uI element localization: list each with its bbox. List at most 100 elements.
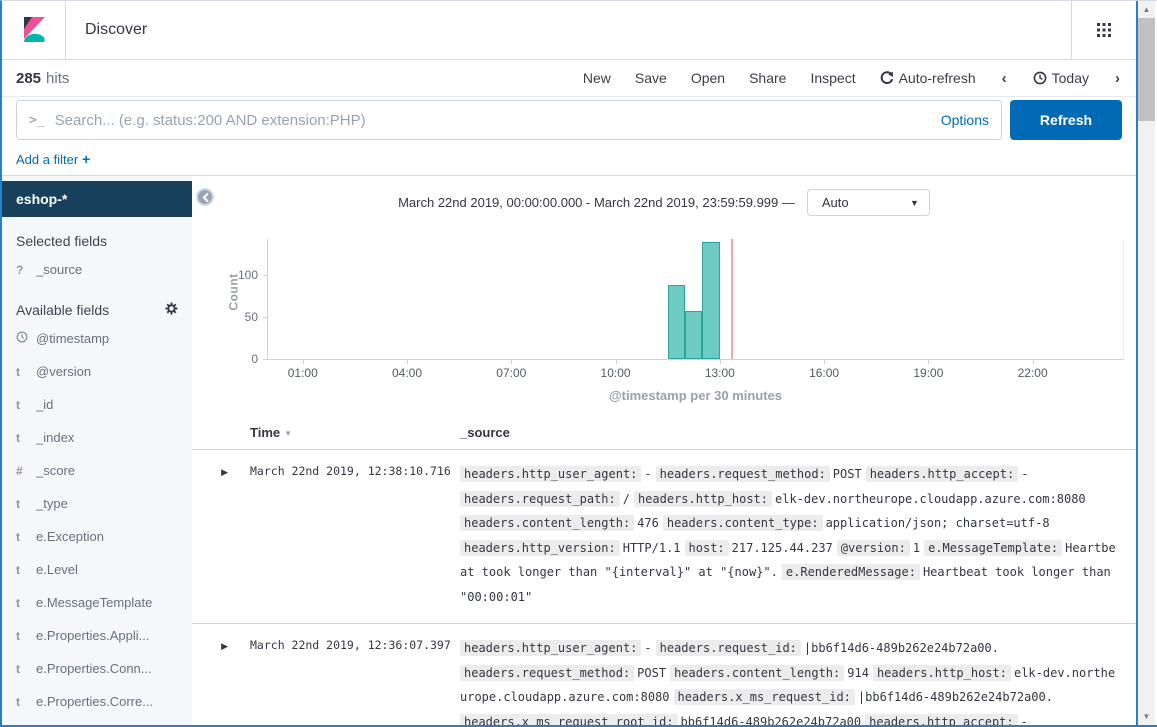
- source-field-key: headers.http_accept:: [865, 714, 1018, 726]
- source-field-value: 1: [913, 541, 920, 555]
- y-tick-label: 50: [245, 310, 258, 324]
- source-field-key: headers.request_path:: [460, 491, 620, 507]
- add-filter-link[interactable]: Add a filter: [16, 152, 78, 167]
- field-item-_type[interactable]: t_type: [2, 487, 192, 520]
- documents-table: Time▼ _source ▶March 22nd 2019, 12:38:10…: [192, 425, 1136, 725]
- x-tick-mark: [511, 359, 512, 364]
- query-prompt-icon: >_: [29, 113, 45, 128]
- source-field-key: headers.x_ms_request_id:: [674, 689, 855, 705]
- string-field-icon: t: [16, 695, 36, 709]
- x-tick-label: 01:00: [288, 366, 318, 380]
- scrollbar-down-arrow[interactable]: ▼: [1138, 708, 1155, 725]
- field-item-@version[interactable]: t@version: [2, 355, 192, 388]
- field-item-_source[interactable]: ?_source: [2, 253, 192, 286]
- source-field-key: headers.http_user_agent:: [460, 466, 641, 482]
- apps-grid-icon: [1096, 22, 1112, 38]
- time-next-button[interactable]: ›: [1113, 70, 1122, 87]
- number-field-icon: #: [16, 464, 36, 478]
- expand-row-button[interactable]: ▶: [221, 641, 228, 651]
- field-item-_index[interactable]: t_index: [2, 421, 192, 454]
- auto-refresh-button[interactable]: Auto-refresh: [880, 70, 976, 86]
- field-settings-gear-icon[interactable]: [165, 302, 178, 318]
- table-row: ▶March 22nd 2019, 12:36:07.397headers.ht…: [192, 624, 1136, 725]
- source-field-key: headers.content_type:: [663, 515, 823, 531]
- x-tick-label: 22:00: [1018, 366, 1048, 380]
- time-range-button[interactable]: Today: [1033, 70, 1089, 86]
- row-source: headers.http_user_agent:-headers.request…: [450, 636, 1136, 725]
- toolbar-save-button[interactable]: Save: [635, 70, 667, 86]
- source-field-value: POST: [637, 666, 666, 680]
- histogram-chart[interactable]: Count 05010001:0004:0007:0010:0013:0016:…: [267, 239, 1124, 360]
- sort-desc-icon: ▼: [284, 429, 292, 438]
- kibana-window: Discover 285 hits NewSaveOpenShareInspec…: [0, 0, 1157, 727]
- refresh-button[interactable]: Refresh: [1010, 100, 1122, 140]
- source-field-value: bb6f14d6-489b262e24b72a00: [681, 715, 862, 726]
- source-field-key: @version:: [837, 540, 910, 556]
- row-source: headers.http_user_agent:-headers.request…: [450, 462, 1136, 609]
- y-tick-mark: [263, 275, 268, 276]
- field-name: e.Properties.Appli...: [36, 628, 149, 643]
- source-field-key: host:: [685, 540, 729, 556]
- x-tick-label: 10:00: [601, 366, 631, 380]
- refresh-icon: [880, 71, 894, 85]
- browser-scrollbar[interactable]: ▲ ▼: [1138, 1, 1155, 725]
- scrollbar-thumb[interactable]: [1138, 18, 1155, 121]
- toolbar-new-button[interactable]: New: [583, 70, 611, 86]
- histogram-bar[interactable]: [668, 285, 685, 359]
- add-filter-plus-icon: +: [82, 151, 90, 167]
- source-field-key: headers.content_length:: [460, 515, 634, 531]
- page-title: Discover: [66, 21, 147, 39]
- toolbar-share-button[interactable]: Share: [749, 70, 786, 86]
- string-field-icon: t: [16, 563, 36, 577]
- main-panel: March 22nd 2019, 00:00:00.000 - March 22…: [192, 176, 1136, 725]
- string-field-icon: t: [16, 596, 36, 610]
- sidebar: eshop-* Selected fields ?_source Availab…: [2, 176, 192, 725]
- collapse-sidebar-button[interactable]: [196, 188, 214, 206]
- page-content: Discover 285 hits NewSaveOpenShareInspec…: [2, 1, 1138, 725]
- x-axis-label: @timestamp per 30 minutes: [267, 388, 1124, 403]
- string-field-icon: t: [16, 497, 36, 511]
- x-tick-mark: [407, 359, 408, 364]
- interval-select[interactable]: Auto ▼: [807, 189, 930, 216]
- table-rows: ▶March 22nd 2019, 12:38:10.716headers.ht…: [192, 450, 1136, 725]
- field-name: e.MessageTemplate: [36, 595, 152, 610]
- field-item-e.Level[interactable]: te.Level: [2, 553, 192, 586]
- x-tick-mark: [1033, 359, 1034, 364]
- index-pattern-selector[interactable]: eshop-*: [2, 181, 192, 217]
- source-field-value: elk-dev.northeurope.cloudapp.azure.com:8…: [775, 492, 1086, 506]
- date-field-icon: [16, 331, 36, 346]
- toolbar-inspect-button[interactable]: Inspect: [810, 70, 855, 86]
- field-name: _score: [36, 463, 75, 478]
- hits-count: 285: [16, 70, 41, 87]
- field-item-e.Exception[interactable]: te.Exception: [2, 520, 192, 553]
- kibana-logo[interactable]: [2, 1, 66, 59]
- histogram-bar[interactable]: [685, 311, 702, 359]
- options-link[interactable]: Options: [931, 112, 989, 128]
- source-field-key: headers.http_user_agent:: [460, 640, 641, 656]
- time-column-header[interactable]: Time▼: [238, 425, 450, 440]
- x-tick-mark: [616, 359, 617, 364]
- field-item-e.MessageTemplate[interactable]: te.MessageTemplate: [2, 586, 192, 619]
- auto-refresh-label: Auto-refresh: [899, 70, 976, 86]
- current-time-marker: [731, 239, 733, 359]
- expand-row-button[interactable]: ▶: [221, 467, 228, 477]
- field-item-e.Properties.Corre...[interactable]: te.Properties.Corre...: [2, 685, 192, 718]
- field-item-_score[interactable]: #_score: [2, 454, 192, 487]
- selected-fields-list: ?_source: [2, 253, 192, 286]
- source-field-value: -: [1021, 715, 1028, 726]
- search-input[interactable]: [55, 112, 931, 129]
- time-range-label: Today: [1052, 70, 1089, 86]
- toolbar-open-button[interactable]: Open: [691, 70, 725, 86]
- apps-menu-button[interactable]: [1071, 1, 1136, 59]
- scrollbar-up-arrow[interactable]: ▲: [1138, 1, 1155, 18]
- field-item-_id[interactable]: t_id: [2, 388, 192, 421]
- time-prev-button[interactable]: ‹: [1000, 70, 1009, 87]
- field-item-@timestamp[interactable]: @timestamp: [2, 322, 192, 355]
- row-timestamp: March 22nd 2019, 12:38:10.716: [250, 464, 451, 478]
- field-name: @timestamp: [36, 331, 109, 346]
- histogram-bar[interactable]: [702, 242, 719, 359]
- field-item-e.Properties.Appli...[interactable]: te.Properties.Appli...: [2, 619, 192, 652]
- source-field-key: e.MessageTemplate:: [924, 540, 1062, 556]
- y-tick-label: 0: [251, 352, 258, 366]
- field-item-e.Properties.Conn...[interactable]: te.Properties.Conn...: [2, 652, 192, 685]
